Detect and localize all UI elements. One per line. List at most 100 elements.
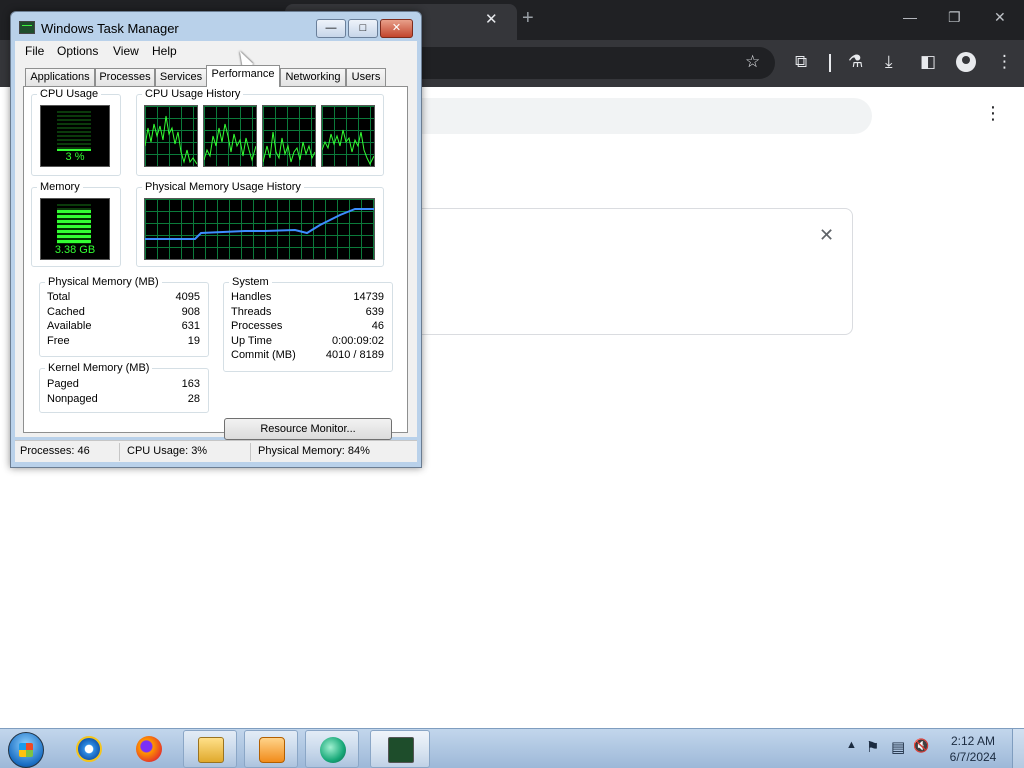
status-bar: Processes: 46 CPU Usage: 3% Physical Mem… [15,440,417,462]
stat-label: Paged [47,378,79,390]
address-bar[interactable] [380,47,775,79]
tab-users[interactable]: Users [346,68,386,86]
internet-explorer-button[interactable] [62,730,116,768]
status-cpu-usage: CPU Usage: 3% [127,445,208,457]
toolbar-divider [829,54,831,72]
tab-performance[interactable]: Performance [206,65,280,87]
file-explorer-icon [198,737,224,763]
physical-memory-label: Physical Memory (MB) [45,276,162,288]
new-tab-icon[interactable]: + [522,7,534,30]
stat-row: Free 19 [47,335,200,349]
menu-bar: File Options View Help [15,41,417,60]
title-bar[interactable]: Windows Task Manager — □ ✕ [11,12,421,42]
resource-monitor-button[interactable]: Resource Monitor... [224,418,392,440]
cpu-core-3-line [262,131,316,163]
extensions-icon[interactable]: ⧉ [795,52,807,72]
stat-value: 639 [365,306,384,318]
menu-icon[interactable]: ⋮ [996,52,1013,72]
status-divider [119,443,120,461]
menu-options[interactable]: Options [57,44,98,58]
menu-file[interactable]: File [25,44,44,58]
task-manager-body: Applications Processes Services Performa… [15,60,417,440]
tab-close-icon[interactable]: ✕ [485,10,498,28]
stat-row: Processes 46 [231,320,384,334]
cpu-core-graph [262,105,316,167]
minimize-button[interactable]: — [316,19,346,38]
card-close-icon[interactable]: ✕ [819,225,834,246]
menu-help[interactable]: Help [152,44,177,58]
stat-label: Commit (MB) [231,349,296,361]
app-icon [320,737,346,763]
stat-value: 14739 [353,291,384,303]
stat-row: Threads 639 [231,306,384,320]
firefox-icon [136,736,162,762]
show-desktop-button[interactable] [1012,729,1024,768]
tab-applications[interactable]: Applications [25,68,95,86]
memory-label: Memory [37,181,83,193]
task-manager-icon [19,21,35,34]
volume-muted-icon[interactable]: 🔇 [913,738,929,754]
stat-row: Total 4095 [47,291,200,305]
task-manager-taskbar-button[interactable] [370,730,430,768]
tab-services[interactable]: Services [155,68,207,86]
page-search-box[interactable] [380,98,872,134]
cpu-core-graph [321,105,375,167]
stat-value: 46 [371,320,384,332]
memory-meter-fill [57,210,91,244]
browser-minimize-icon[interactable]: — [903,9,917,25]
side-panel-icon[interactable]: ◧ [920,52,936,72]
stat-row: Nonpaged 28 [47,393,200,407]
internet-explorer-icon [76,736,102,762]
performance-panel: CPU Usage 3 % CPU Usage History Memory 3… [23,86,408,440]
browser-restore-icon[interactable]: ❐ [948,9,961,26]
stat-row: Commit (MB) 4010 / 8189 [231,349,384,363]
stat-label: Handles [231,291,272,303]
page-more-icon[interactable]: ⋮ [984,103,1002,124]
menu-view[interactable]: View [113,44,139,58]
stat-label: Cached [47,306,85,318]
firefox-button[interactable] [122,730,176,768]
cpu-usage-group: CPU Usage 3 % [31,88,121,176]
cpu-usage-label: CPU Usage [37,88,102,100]
stat-row: Paged 163 [47,378,200,392]
page-card [380,208,853,335]
physical-memory-group: Physical Memory (MB) Total 4095 Cached 908… [39,276,209,357]
task-manager-icon [388,737,414,763]
memory-meter: 3.38 GB [40,198,110,260]
profile-icon[interactable] [956,52,976,72]
cpu-core-1-line [144,115,198,165]
download-icon[interactable]: ⤓ [885,52,893,72]
cpu-usage-value: 3 % [65,151,85,163]
show-hidden-icons-icon[interactable]: ▲ [846,739,857,751]
labs-icon[interactable]: ⚗ [848,52,863,72]
tab-processes[interactable]: Processes [95,68,155,86]
network-icon[interactable]: ▤ [891,738,905,756]
stat-label: Threads [231,306,272,318]
stat-label: Processes [231,320,283,332]
stat-label: Free [47,335,70,347]
media-player-button[interactable] [244,730,298,768]
stat-value: 4010 / 8189 [325,349,384,361]
status-physical-memory: Physical Memory: 84% [258,445,370,457]
clock-time: 2:12 AM [950,734,996,748]
app-button[interactable] [305,730,359,768]
action-center-flag-icon[interactable]: ⚑ [866,738,879,756]
stat-label: Available [47,320,92,332]
cpu-core-4-line [321,129,375,166]
tab-networking[interactable]: Networking [280,68,346,86]
system-label: System [229,276,272,288]
start-orb-icon[interactable] [8,732,44,768]
kernel-memory-group: Kernel Memory (MB) Paged 163 Nonpaged 28 [39,362,209,413]
memory-history-line [145,208,374,240]
maximize-button[interactable]: □ [348,19,378,38]
stat-value: 908 [181,306,200,318]
star-icon[interactable]: ☆ [745,52,760,72]
browser-close-icon[interactable]: ✕ [994,9,1006,26]
system-clock[interactable]: 2:12 AM 6/7/2024 [944,733,1002,765]
file-explorer-button[interactable] [183,730,237,768]
close-button[interactable]: ✕ [380,19,413,38]
media-player-icon [259,737,285,763]
system-group: System Handles 14739 Threads 639 Processes… [223,276,393,372]
memory-history-graph [144,198,375,260]
stat-row: Available 631 [47,320,200,334]
